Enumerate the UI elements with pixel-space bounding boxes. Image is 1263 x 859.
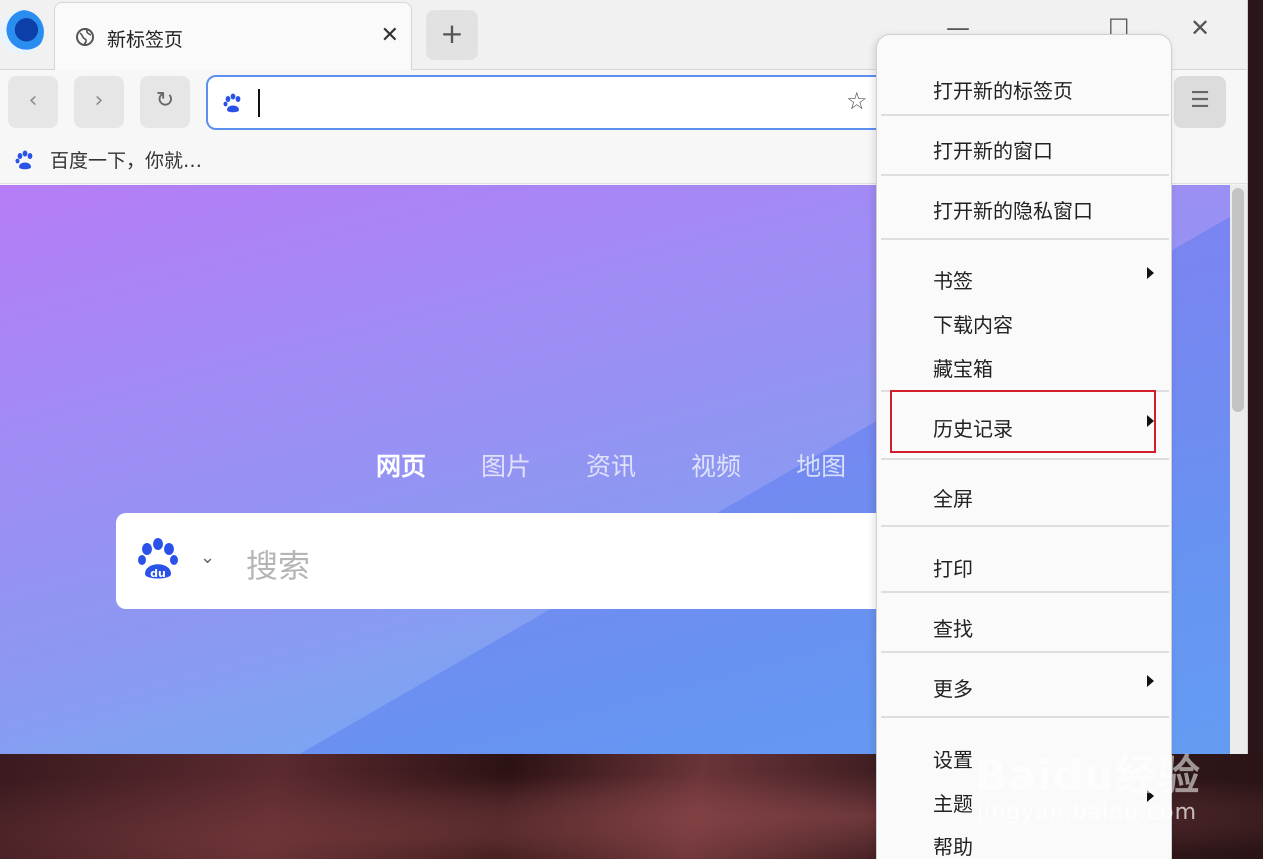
globe-icon	[76, 28, 94, 46]
baidu-paw-icon	[15, 150, 33, 169]
menu-separator	[881, 716, 1169, 718]
search-tab-web[interactable]: 网页	[376, 447, 426, 483]
tab-new-tab[interactable]: 新标签页 ✕	[54, 2, 412, 70]
bookmark-label: 百度一下，你就…	[50, 150, 203, 172]
menu-item-label: 主题	[933, 792, 973, 816]
watermark-brand: Baidu经验	[975, 751, 1201, 800]
search-tab-images[interactable]: 图片	[481, 447, 531, 483]
menu-item-more[interactable]: 更多	[877, 665, 1171, 705]
menu-item-find[interactable]: 查找	[877, 605, 1171, 645]
address-bar[interactable]: ☆	[206, 75, 896, 130]
menu-item-label: 书签	[933, 269, 973, 293]
baidu-paw-icon[interactable]: du	[136, 537, 180, 581]
tab-close-icon[interactable]: ✕	[381, 23, 399, 48]
menu-item-print[interactable]: 打印	[877, 545, 1171, 585]
search-category-tabs: 网页 图片 资讯 视频 地图	[376, 447, 846, 483]
search-tab-video[interactable]: 视频	[691, 447, 741, 483]
close-window-icon[interactable]: ✕	[1190, 14, 1210, 42]
menu-item-label: 打开新的标签页	[933, 79, 1073, 103]
menu-separator	[881, 458, 1169, 460]
highlight-box	[890, 390, 1156, 453]
menu-item-help[interactable]: 帮助	[877, 823, 1171, 859]
menu-item-label: 全屏	[933, 487, 973, 511]
svg-text:du: du	[150, 567, 166, 580]
menu-item-label: 打开新的隐私窗口	[933, 199, 1093, 223]
menu-item-new-window[interactable]: 打开新的窗口	[877, 127, 1171, 167]
menu-separator	[881, 114, 1169, 116]
engine-dropdown-icon[interactable]: ⌄	[200, 547, 215, 568]
scrollbar-thumb[interactable]	[1232, 188, 1244, 412]
bookmark-star-icon[interactable]: ☆	[846, 87, 868, 115]
menu-separator	[881, 651, 1169, 653]
menu-item-fullscreen[interactable]: 全屏	[877, 475, 1171, 515]
new-tab-button[interactable]: +	[426, 10, 478, 60]
menu-separator	[881, 174, 1169, 176]
menu-item-downloads[interactable]: 下载内容	[877, 301, 1171, 341]
forward-button[interactable]: ›	[74, 76, 124, 128]
menu-item-label: 帮助	[933, 835, 973, 859]
browser-logo-icon[interactable]	[0, 10, 44, 54]
back-button[interactable]: ‹	[8, 76, 58, 128]
search-tab-news[interactable]: 资讯	[586, 447, 636, 483]
menu-item-label: 藏宝箱	[933, 357, 993, 381]
baidu-paw-icon	[223, 93, 241, 113]
reload-button[interactable]: ↻	[140, 76, 190, 128]
menu-item-new-tab[interactable]: 打开新的标签页	[877, 67, 1171, 107]
menu-item-label: 打印	[933, 557, 973, 581]
search-input[interactable]: 搜索	[246, 541, 310, 587]
menu-item-label: 打开新的窗口	[933, 139, 1053, 163]
menu-separator	[881, 525, 1169, 527]
main-menu-button[interactable]: ☰	[1174, 76, 1226, 128]
menu-item-treasure-box[interactable]: 藏宝箱	[877, 345, 1171, 385]
menu-item-bookmarks[interactable]: 书签	[877, 257, 1171, 297]
bookmark-item[interactable]: 百度一下，你就…	[14, 146, 202, 173]
menu-separator	[881, 238, 1169, 240]
watermark-site: jingyan.baidu.com	[977, 800, 1198, 825]
submenu-arrow-icon	[1147, 267, 1154, 279]
submenu-arrow-icon	[1147, 675, 1154, 687]
text-caret	[258, 89, 260, 117]
baidu-jingyan-watermark: Baidu经验 jingyan.baidu.com	[975, 742, 1201, 825]
menu-item-label: 下载内容	[933, 313, 1013, 337]
tab-title: 新标签页	[107, 29, 184, 51]
menu-item-new-private-window[interactable]: 打开新的隐私窗口	[877, 187, 1171, 227]
menu-separator	[881, 591, 1169, 593]
menu-item-label: 查找	[933, 617, 973, 641]
menu-item-label: 设置	[933, 748, 973, 772]
menu-item-label: 更多	[933, 677, 973, 701]
search-tab-map[interactable]: 地图	[796, 447, 846, 483]
